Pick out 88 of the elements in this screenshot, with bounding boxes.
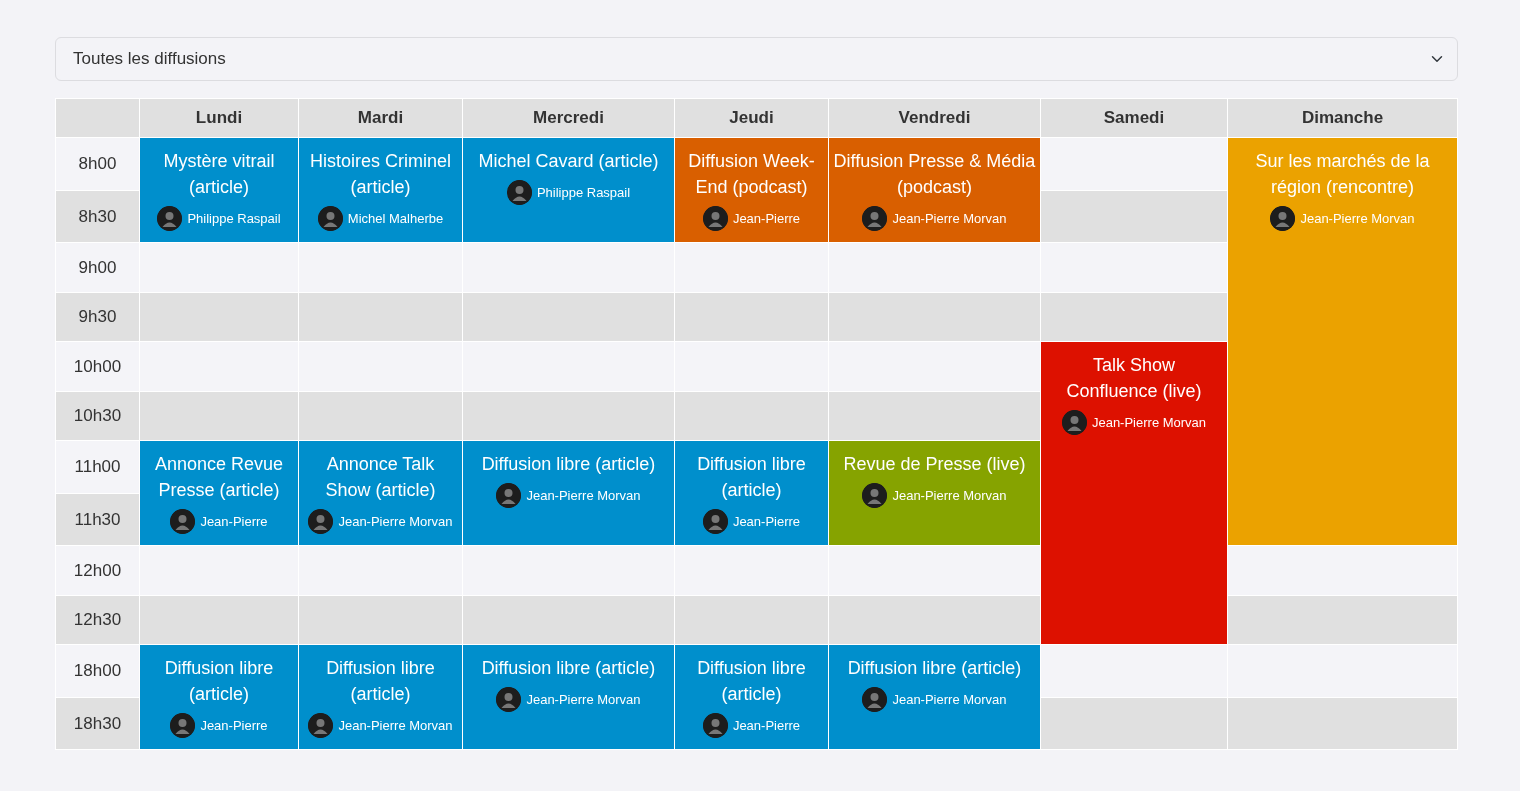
time-label: 8h30 — [55, 190, 140, 243]
day-header: Samedi — [1040, 98, 1228, 138]
event-title: Diffusion libre (article) — [163, 657, 275, 706]
author-name: Jean-Pierre Morvan — [338, 512, 453, 531]
author-name: Philippe Raspail — [187, 209, 281, 228]
time-label: 12h30 — [55, 595, 140, 645]
event-block[interactable]: Talk Show Confluence (live) Jean-Pierre Morvan — [1040, 341, 1228, 645]
event-title: Diffusion libre (article) — [325, 657, 436, 706]
event-title: Annonce Talk Show (article) — [324, 453, 437, 502]
author-name: Jean-Pierre — [200, 716, 268, 735]
author-name: Michel Malherbe — [347, 209, 444, 228]
author-name: Jean-Pierre — [732, 716, 801, 735]
time-label: 11h00 — [55, 440, 140, 493]
day-header: Lundi — [139, 98, 299, 138]
event-title: Michel Cavard (article) — [477, 150, 660, 173]
avatar-icon — [308, 509, 334, 534]
event-title: Sur les marchés de la région (rencontre) — [1254, 150, 1431, 199]
event-block[interactable]: Diffusion Presse & Média (podcast) Jean-Pierre Morvan — [828, 137, 1041, 243]
event-title: Diffusion Presse & Média (podcast) — [833, 150, 1036, 199]
author-name: Jean-Pierre Morvan — [892, 486, 1007, 505]
author-name: Philippe Raspail — [536, 183, 631, 202]
time-label: 10h00 — [55, 341, 140, 391]
event-block[interactable]: Diffusion libre (article) Jean-Pierre — [139, 644, 299, 750]
day-header: Mardi — [298, 98, 463, 138]
avatar-icon — [308, 713, 334, 738]
author-name: Jean-Pierre — [732, 209, 801, 228]
event-block[interactable]: Annonce Revue Presse (article) Jean-Pierre — [139, 440, 299, 546]
day-header: Jeudi — [674, 98, 829, 138]
event-title: Diffusion libre (article) — [696, 657, 807, 706]
event-title: Revue de Presse (live) — [842, 453, 1027, 476]
event-block[interactable]: Diffusion Week-End (podcast) Jean-Pierre — [674, 137, 829, 243]
author-name: Jean-Pierre Morvan — [892, 690, 1007, 709]
avatar-icon — [702, 713, 728, 738]
event-block[interactable]: Histoires Criminel (article) Michel Malherbe — [298, 137, 463, 243]
event-block[interactable]: Revue de Presse (live) Jean-Pierre Morvan — [828, 440, 1041, 546]
event-title: Annonce Revue Presse (article) — [153, 453, 285, 502]
event-block[interactable]: Diffusion libre (article) Jean-Pierre — [674, 440, 829, 546]
event-block[interactable]: Annonce Talk Show (article) Jean-Pierre Morvan — [298, 440, 463, 546]
day-header: Dimanche — [1227, 98, 1458, 138]
avatar-icon — [862, 687, 888, 712]
event-title: Talk Show Confluence (live) — [1065, 354, 1203, 403]
event-title: Histoires Criminel (article) — [309, 150, 452, 199]
time-label: 11h30 — [55, 493, 140, 546]
event-title: Diffusion libre (article) — [696, 453, 807, 502]
event-title: Mystère vitrail (article) — [162, 150, 276, 199]
author-name: Jean-Pierre Morvan — [526, 486, 641, 505]
avatar-icon — [157, 206, 183, 231]
avatar-icon — [1061, 410, 1087, 435]
avatar-icon — [506, 180, 532, 205]
avatar-icon — [317, 206, 343, 231]
event-block[interactable]: Michel Cavard (article) Philippe Raspail — [462, 137, 675, 243]
event-block[interactable]: Sur les marchés de la région (rencontre) Jean-Pierre Morvan — [1227, 137, 1458, 546]
time-label: 12h00 — [55, 545, 140, 595]
avatar-icon — [1270, 206, 1296, 231]
time-label: 9h30 — [55, 292, 140, 342]
author-name: Jean-Pierre Morvan — [1300, 209, 1415, 228]
event-title: Diffusion libre (article) — [480, 453, 657, 476]
filter-select[interactable]: Toutes les diffusions — [55, 37, 1458, 81]
event-block[interactable]: Diffusion libre (article) Jean-Pierre Morvan — [462, 644, 675, 750]
author-name: Jean-Pierre — [200, 512, 268, 531]
avatar-icon — [496, 687, 522, 712]
event-title: Diffusion Week-End (podcast) — [687, 150, 816, 199]
avatar-icon — [702, 509, 728, 534]
time-label: 18h00 — [55, 644, 140, 697]
event-title: Diffusion libre (article) — [846, 657, 1023, 680]
time-label: 9h00 — [55, 242, 140, 292]
time-label: 8h00 — [55, 137, 140, 190]
event-block[interactable]: Diffusion libre (article) Jean-Pierre — [674, 644, 829, 750]
event-block[interactable]: Mystère vitrail (article) Philippe Raspail — [139, 137, 299, 243]
event-block[interactable]: Diffusion libre (article) Jean-Pierre Morvan — [828, 644, 1041, 750]
event-block[interactable]: Diffusion libre (article) Jean-Pierre Morvan — [462, 440, 675, 546]
avatar-icon — [170, 713, 196, 738]
avatar-icon — [702, 206, 728, 231]
time-label: 18h30 — [55, 697, 140, 750]
avatar-icon — [862, 206, 888, 231]
time-label: 10h30 — [55, 391, 140, 441]
author-name: Jean-Pierre Morvan — [526, 690, 641, 709]
author-name: Jean-Pierre Morvan — [1091, 413, 1207, 432]
event-block[interactable]: Diffusion libre (article) Jean-Pierre Morvan — [298, 644, 463, 750]
day-header: Mercredi — [462, 98, 675, 138]
avatar-icon — [496, 483, 522, 508]
day-header: Vendredi — [828, 98, 1041, 138]
author-name: Jean-Pierre Morvan — [338, 716, 453, 735]
author-name: Jean-Pierre Morvan — [892, 209, 1007, 228]
event-title: Diffusion libre (article) — [480, 657, 657, 680]
avatar-icon — [862, 483, 888, 508]
author-name: Jean-Pierre — [732, 512, 801, 531]
avatar-icon — [170, 509, 196, 534]
